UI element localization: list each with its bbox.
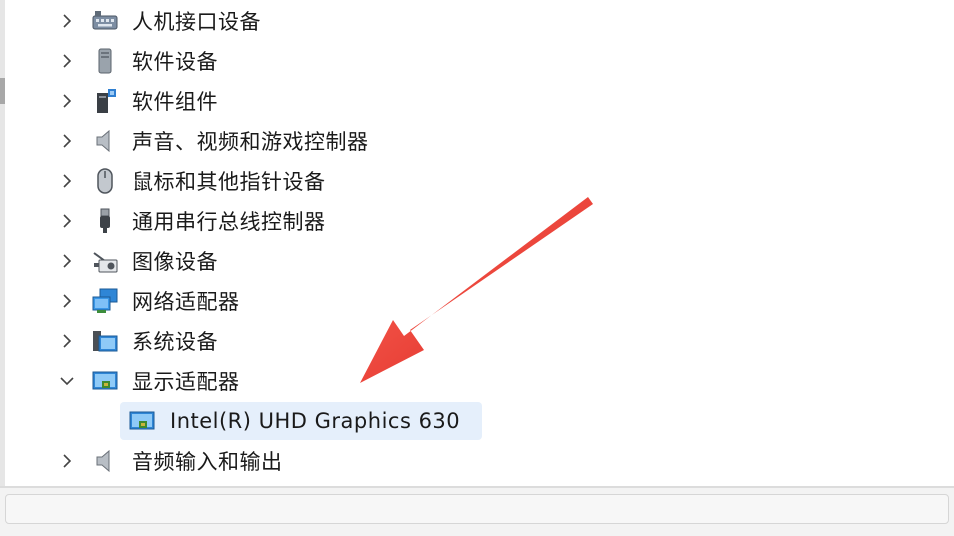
chevron-right-icon[interactable] [58, 12, 76, 30]
tree-item-label: 音频输入和输出 [132, 450, 283, 474]
chevron-right-icon[interactable] [58, 452, 76, 470]
tree-item-label: 通用串行总线控制器 [132, 210, 326, 234]
tree-item-imaging-devices[interactable]: 图像设备 [0, 243, 954, 279]
software-device-icon [91, 47, 119, 75]
status-bar [0, 486, 954, 536]
chevron-right-icon[interactable] [58, 332, 76, 350]
tree-item-hid[interactable]: 人机接口设备 [0, 3, 954, 39]
tree-item-mouse[interactable]: 鼠标和其他指针设备 [0, 163, 954, 199]
mouse-icon [91, 167, 119, 195]
tree-item-usb-controllers[interactable]: 通用串行总线控制器 [0, 203, 954, 239]
tree-item-software-devices[interactable]: 软件设备 [0, 43, 954, 79]
chevron-right-icon[interactable] [58, 212, 76, 230]
network-adapter-icon [91, 287, 119, 315]
tree-item-software-components[interactable]: 软件组件 [0, 83, 954, 119]
usb-icon [91, 207, 119, 235]
tree-item-display-adapters[interactable]: 显示适配器 [0, 363, 954, 399]
chevron-right-icon[interactable] [58, 92, 76, 110]
tree-item-network-adapters[interactable]: 网络适配器 [0, 283, 954, 319]
status-bar-panel [5, 494, 949, 524]
chevron-right-icon[interactable] [58, 132, 76, 150]
camera-icon [91, 247, 119, 275]
speaker-icon [91, 127, 119, 155]
tree-item-label: 鼠标和其他指针设备 [132, 170, 326, 194]
tree-item-audio-io[interactable]: 音频输入和输出 [0, 443, 954, 479]
chevron-right-icon[interactable] [58, 52, 76, 70]
tree-item-label: 软件组件 [132, 90, 218, 114]
display-adapter-icon [128, 407, 156, 435]
hid-keyboard-icon [91, 7, 119, 35]
tree-item-label: 人机接口设备 [132, 10, 261, 34]
chevron-right-icon[interactable] [58, 252, 76, 270]
system-device-icon [91, 327, 119, 355]
tree-item-label: 软件设备 [132, 50, 218, 74]
tree-item-label: 显示适配器 [132, 370, 240, 394]
tree-item-system-devices[interactable]: 系统设备 [0, 323, 954, 359]
device-tree: 人机接口设备 软件设备 软件组件 声音、视频和游戏控制器 鼠标和其他指针设备 通… [0, 0, 954, 486]
chevron-right-icon[interactable] [58, 292, 76, 310]
tree-child-intel-uhd-630[interactable]: Intel(R) UHD Graphics 630 [0, 403, 954, 439]
display-adapter-icon [91, 367, 119, 395]
chevron-right-icon[interactable] [58, 172, 76, 190]
tree-item-label: 网络适配器 [132, 290, 240, 314]
tree-child-label: Intel(R) UHD Graphics 630 [170, 409, 461, 433]
chevron-down-icon[interactable] [58, 372, 76, 390]
tree-item-label: 系统设备 [132, 330, 218, 354]
speaker-icon [91, 447, 119, 475]
tree-item-sound-video-game[interactable]: 声音、视频和游戏控制器 [0, 123, 954, 159]
tree-item-label: 图像设备 [132, 250, 218, 274]
software-component-icon [91, 87, 119, 115]
tree-item-label: 声音、视频和游戏控制器 [132, 130, 369, 154]
